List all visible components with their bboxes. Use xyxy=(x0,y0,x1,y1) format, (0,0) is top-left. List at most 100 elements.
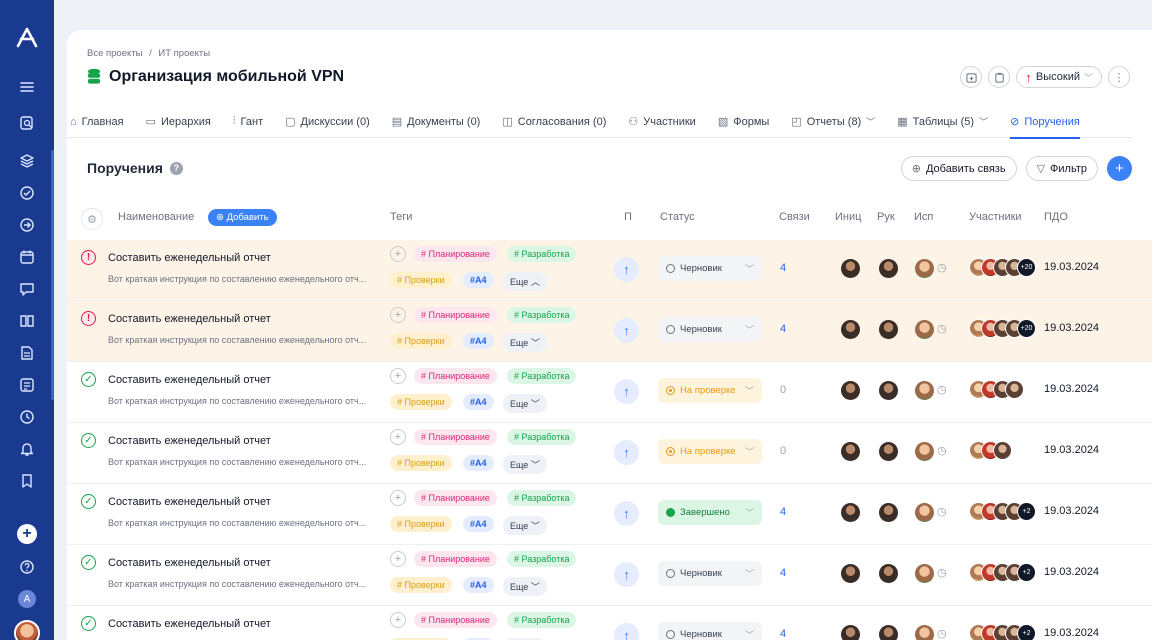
tab-tables[interactable]: ▦ Таблицы (5) ﹀ xyxy=(897,106,988,138)
status-dropdown[interactable]: Черновик ﹀ xyxy=(658,317,762,342)
filter-button[interactable]: ▽ Фильтр xyxy=(1025,156,1098,181)
col-status[interactable]: Статус xyxy=(660,211,695,223)
tab-documents[interactable]: ▤ Документы (0) xyxy=(392,106,481,138)
links-count[interactable]: 4 xyxy=(780,628,786,640)
table-row[interactable]: ✓ Составить еженедельный отчет Вот кратк… xyxy=(67,484,1152,545)
chat-icon[interactable] xyxy=(16,278,38,300)
links-count[interactable]: 4 xyxy=(780,567,786,579)
tab-hierarchy[interactable]: ▭ Иерархия xyxy=(146,106,211,138)
bookmark-icon[interactable] xyxy=(16,470,38,492)
links-count[interactable]: 4 xyxy=(780,323,786,335)
more-tags-button[interactable]: Еще ﹀ xyxy=(503,394,547,413)
add-tag-button[interactable]: + xyxy=(390,429,406,445)
executor-avatar[interactable] xyxy=(915,442,934,461)
tag-planning[interactable]: # Планирование xyxy=(414,551,497,567)
col-initiator[interactable]: Иниц xyxy=(835,211,861,223)
column-settings-button[interactable]: ⚙ xyxy=(81,208,103,230)
tab-discussions[interactable]: ▢ Дискуссии (0) xyxy=(285,106,370,138)
links-count[interactable]: 0 xyxy=(780,384,786,396)
layers-icon[interactable] xyxy=(16,150,38,172)
tag-development[interactable]: # Разработка xyxy=(507,429,577,445)
table-row[interactable]: ✓ Составить еженедельный отчет Вот кратк… xyxy=(67,362,1152,423)
add-tag-button[interactable]: + xyxy=(390,246,406,262)
clock-icon[interactable] xyxy=(16,406,38,428)
tag-checks[interactable]: # Проверки xyxy=(390,272,452,288)
status-dropdown[interactable]: На проверке ﹀ xyxy=(658,378,762,403)
col-priority[interactable]: П xyxy=(624,211,632,223)
tag-development[interactable]: # Разработка xyxy=(507,368,577,384)
priority-up-icon[interactable]: ↑ xyxy=(614,562,639,587)
row-title[interactable]: Составить еженедельный отчет xyxy=(108,435,271,447)
status-dropdown[interactable]: Черновик ﹀ xyxy=(658,256,762,281)
more-tags-button[interactable]: Еще ﹀ xyxy=(503,516,547,535)
executor-avatar[interactable] xyxy=(915,381,934,400)
col-name[interactable]: Наименование xyxy=(118,211,194,223)
priority-up-icon[interactable]: ↑ xyxy=(614,501,639,526)
row-title[interactable]: Составить еженедельный отчет xyxy=(108,618,271,630)
add-assignment-button[interactable]: + xyxy=(1107,156,1132,181)
col-links[interactable]: Связи xyxy=(779,211,810,223)
executor-avatar[interactable] xyxy=(915,503,934,522)
table-row[interactable]: ! Составить еженедельный отчет Вот кратк… xyxy=(67,301,1152,362)
breadcrumb-all-projects[interactable]: Все проекты xyxy=(87,48,142,59)
initiator-avatar[interactable] xyxy=(841,381,860,400)
tag-planning[interactable]: # Планирование xyxy=(414,612,497,628)
participants-avatars[interactable]: +2 xyxy=(969,502,1049,522)
priority-up-icon[interactable]: ↑ xyxy=(614,623,639,640)
tag-a4[interactable]: #A4 xyxy=(463,333,494,349)
tag-development[interactable]: # Разработка xyxy=(507,307,577,323)
add-tag-button[interactable]: + xyxy=(390,490,406,506)
manager-avatar[interactable] xyxy=(879,503,898,522)
initiator-avatar[interactable] xyxy=(841,503,860,522)
more-tags-button[interactable]: Еще ︿ xyxy=(503,272,547,291)
table-row[interactable]: ✓ Составить еженедельный отчет Вот кратк… xyxy=(67,545,1152,606)
tab-assignments[interactable]: ⊘ Поручения xyxy=(1010,106,1080,139)
priority-up-icon[interactable]: ↑ xyxy=(614,318,639,343)
tag-checks[interactable]: # Проверки xyxy=(390,394,452,410)
search-doc-icon[interactable] xyxy=(16,112,38,134)
manager-avatar[interactable] xyxy=(879,259,898,278)
calendar-icon[interactable] xyxy=(16,246,38,268)
tag-checks[interactable]: # Проверки xyxy=(390,333,452,349)
manager-avatar[interactable] xyxy=(879,442,898,461)
more-tags-button[interactable]: Еще ﹀ xyxy=(503,333,547,352)
workspace-avatar[interactable]: A xyxy=(18,590,36,608)
col-manager[interactable]: Рук xyxy=(877,211,895,223)
priority-up-icon[interactable]: ↑ xyxy=(614,379,639,404)
tab-gantt[interactable]: ⫶ Гант xyxy=(233,106,263,138)
tag-planning[interactable]: # Планирование xyxy=(414,368,497,384)
priority-up-icon[interactable]: ↑ xyxy=(614,257,639,282)
row-title[interactable]: Составить еженедельный отчет xyxy=(108,374,271,386)
add-tag-button[interactable]: + xyxy=(390,612,406,628)
rail-scrollbar[interactable] xyxy=(51,150,54,400)
tag-development[interactable]: # Разработка xyxy=(507,490,577,506)
tag-development[interactable]: # Разработка xyxy=(507,551,577,567)
more-tags-button[interactable]: Еще ﹀ xyxy=(503,455,547,474)
status-dropdown[interactable]: На проверке ﹀ xyxy=(658,439,762,464)
table-row[interactable]: ✓ Составить еженедельный отчет Вот кратк… xyxy=(67,606,1152,640)
priority-up-icon[interactable]: ↑ xyxy=(614,440,639,465)
row-title[interactable]: Составить еженедельный отчет xyxy=(108,313,271,325)
participants-avatars[interactable]: +20 xyxy=(969,319,1049,339)
row-title[interactable]: Составить еженедельный отчет xyxy=(108,496,271,508)
help-icon[interactable] xyxy=(16,556,38,578)
add-link-button[interactable]: ⊕ Добавить связь xyxy=(900,156,1017,181)
manager-avatar[interactable] xyxy=(879,320,898,339)
check-circle-icon[interactable] xyxy=(16,182,38,204)
add-tag-button[interactable]: + xyxy=(390,551,406,567)
initiator-avatar[interactable] xyxy=(841,564,860,583)
table-row[interactable]: ! Составить еженедельный отчет Вот кратк… xyxy=(67,240,1152,301)
col-deadline[interactable]: ПДО xyxy=(1044,211,1068,223)
status-dropdown[interactable]: Черновик ﹀ xyxy=(658,622,762,640)
bell-icon[interactable] xyxy=(16,438,38,460)
manager-avatar[interactable] xyxy=(879,381,898,400)
executor-avatar[interactable] xyxy=(915,259,934,278)
priority-dropdown[interactable]: ↑ Высокий ﹀ xyxy=(1016,66,1102,88)
app-logo-icon[interactable] xyxy=(13,24,41,52)
more-options-button[interactable]: ⋮ xyxy=(1108,66,1130,88)
participants-avatars[interactable]: +2 xyxy=(969,624,1049,640)
menu-icon[interactable] xyxy=(16,76,38,98)
calendar-add-button[interactable] xyxy=(960,66,983,88)
add-tag-button[interactable]: + xyxy=(390,368,406,384)
tag-development[interactable]: # Разработка xyxy=(507,246,577,262)
